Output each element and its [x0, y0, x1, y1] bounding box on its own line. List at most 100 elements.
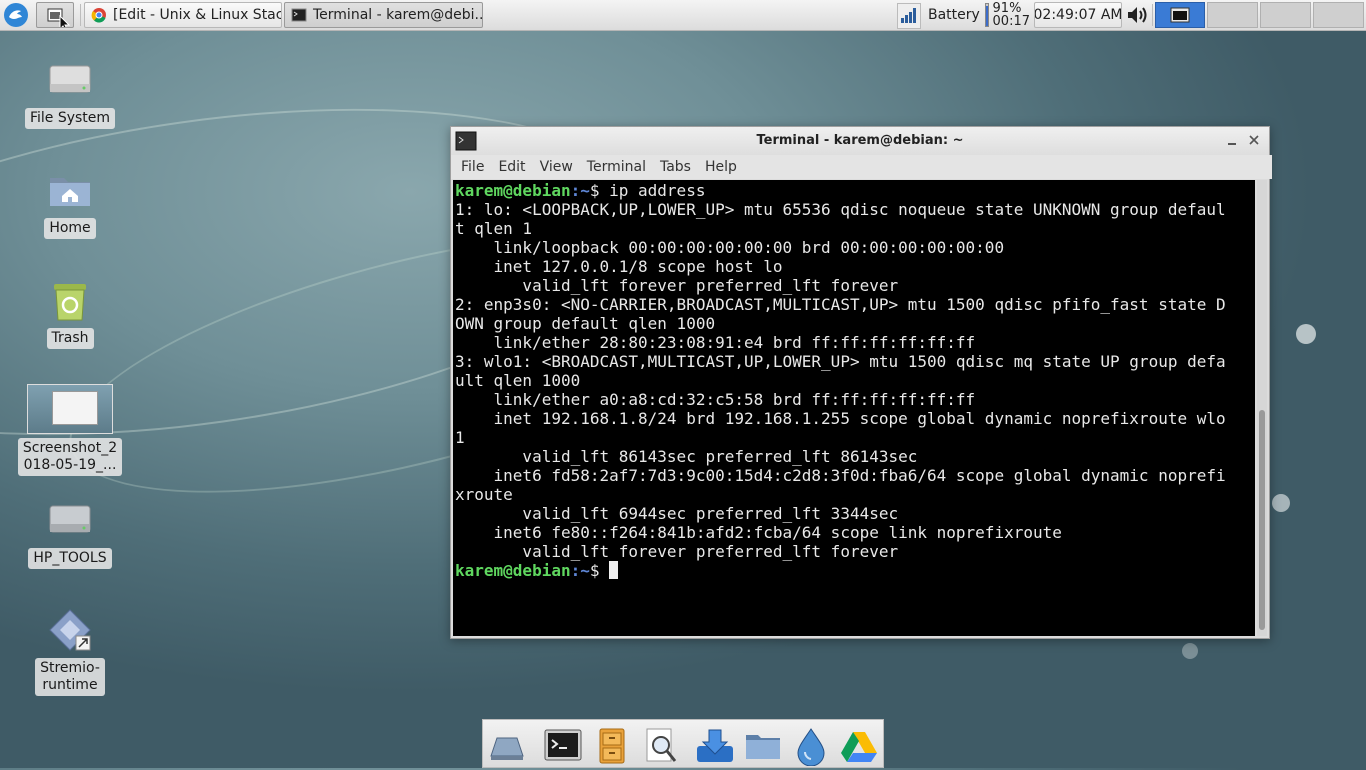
bottom-dock: [482, 719, 884, 768]
workspace-3[interactable]: [1260, 2, 1311, 28]
command-text: ip address: [609, 181, 706, 200]
dock-terminal[interactable]: [543, 726, 583, 766]
battery-level-bar: [984, 3, 989, 27]
prompt-user: karem@debian: [455, 181, 571, 200]
desktop-icon-label: File System: [24, 108, 116, 129]
command-line: karem@debian:~$ ip address: [455, 181, 1253, 200]
output-line: inet 192.168.1.8/24 brd 192.168.1.255 sc…: [455, 409, 1226, 428]
output-line: inet 127.0.0.1/8 scope host lo: [455, 257, 783, 276]
prompt-symbol: $: [589, 561, 610, 580]
output-line: valid_lft 86143sec preferred_lft 86143se…: [455, 447, 918, 466]
output-line: 1: lo: <LOOPBACK,UP,LOWER_UP> mtu 65536 …: [455, 200, 1226, 219]
output-line: 3: wlo1: <BROADCAST,MULTICAST,UP,LOWER_U…: [455, 352, 1226, 371]
output-line: inet6 fe80::f264:841b:afd2:fcba/64 scope…: [455, 523, 1062, 542]
drive-icon: [46, 56, 94, 104]
output-line: 1: [455, 428, 465, 447]
panel-separator: [1152, 4, 1153, 26]
mouse-pointer-icon: [59, 15, 71, 27]
google-drive-icon: [841, 732, 877, 762]
desktop-icon-home[interactable]: Home: [22, 166, 118, 239]
desktop-icon-stremio-runtime[interactable]: Stremio- runtime: [22, 606, 118, 696]
output-line: inet6 fd58:2af7:7d3:9c00:15d4:c2d8:3f0d:…: [455, 466, 1226, 485]
terminal-screen[interactable]: karem@debian:~$ ip address 1: lo: <LOOPB…: [453, 180, 1255, 636]
vertical-scrollbar[interactable]: [1257, 180, 1267, 636]
dock-folder[interactable]: [743, 726, 783, 766]
terminal-icon: [544, 729, 582, 761]
file-cabinet-icon: [599, 728, 625, 764]
folder-icon: [746, 735, 780, 759]
battery-indicator[interactable]: Battery 91% 00:17: [924, 2, 1030, 28]
desktop-icon-label: Stremio- runtime: [35, 658, 105, 696]
menu-terminal[interactable]: Terminal: [580, 159, 653, 175]
task-browser-label: [Edit - Unix & Linux Stac...: [113, 7, 282, 23]
menu-view[interactable]: View: [533, 159, 580, 175]
output-line: 2: enp3s0: <NO-CARRIER,BROADCAST,MULTICA…: [455, 295, 1226, 314]
dock-file-cabinet[interactable]: [592, 726, 632, 766]
dock-droplet[interactable]: [791, 726, 831, 767]
battery-level-fill: [985, 5, 988, 26]
clock-time: 02:49:07 AM: [1034, 7, 1122, 23]
menu-tabs[interactable]: Tabs: [653, 159, 698, 175]
trash-icon: [46, 276, 94, 324]
clock[interactable]: 02:49:07 AM: [1034, 2, 1122, 28]
show-desktop-icon: [490, 737, 524, 760]
task-terminal[interactable]: Terminal - karem@debi...: [284, 2, 483, 28]
output-line: link/ether a0:a8:cd:32:c5:58 brd ff:ff:f…: [455, 390, 976, 409]
volume-button[interactable]: [1124, 2, 1150, 28]
desktop-icon-trash[interactable]: Trash: [22, 276, 118, 349]
show-desktop-button[interactable]: [36, 2, 74, 28]
window-menubar: File Edit View Terminal Tabs Help: [451, 155, 1272, 179]
minimize-button[interactable]: [1223, 131, 1241, 149]
task-browser[interactable]: [Edit - Unix & Linux Stac...: [84, 2, 282, 28]
scrollbar-thumb[interactable]: [1259, 410, 1265, 630]
prompt-user: karem@debian: [455, 561, 571, 580]
drive-icon: [46, 496, 94, 544]
output-line: link/ether 28:80:23:08:91:e4 brd ff:ff:f…: [455, 333, 976, 352]
xfce-logo-icon: [4, 3, 28, 27]
window-titlebar[interactable]: Terminal - karem@debian: ~: [451, 127, 1269, 155]
workspace-4[interactable]: [1313, 2, 1364, 28]
dock-show-desktop[interactable]: [487, 726, 527, 766]
close-button[interactable]: [1245, 131, 1263, 149]
dock-search[interactable]: [641, 726, 681, 766]
command-output: 1: lo: <LOOPBACK,UP,LOWER_UP> mtu 65536 …: [455, 200, 1253, 561]
battery-time: 00:17: [992, 14, 1030, 29]
output-line: ult qlen 1000: [455, 371, 581, 390]
menu-help[interactable]: Help: [698, 159, 744, 175]
prompt-path: :~: [570, 181, 590, 200]
task-terminal-label: Terminal - karem@debi...: [313, 7, 483, 23]
desktop-icon-label: Trash: [46, 328, 94, 349]
desktop-icon-file-system[interactable]: File System: [22, 56, 118, 129]
volume-icon: [1128, 7, 1147, 23]
downloader-icon: [697, 729, 733, 762]
close-icon: [1249, 135, 1259, 145]
text-cursor: [609, 561, 619, 579]
output-line: valid_lft forever preferred_lft forever: [455, 542, 899, 561]
applications-menu-button[interactable]: [3, 2, 31, 28]
desktop-icon-label: Home: [44, 218, 96, 239]
panel-separator: [80, 4, 81, 26]
output-line: t qlen 1: [455, 219, 533, 238]
output-line: xroute: [455, 485, 513, 504]
wallpaper-dot: [1272, 494, 1290, 512]
dock-downloader[interactable]: [695, 726, 735, 766]
menu-file[interactable]: File: [454, 159, 491, 175]
terminal-icon: [291, 8, 307, 22]
desktop-icon-label: Screenshot_2 018-05-19_...: [17, 438, 123, 476]
terminal-window[interactable]: Terminal - karem@debian: ~ File Edit Vie…: [450, 126, 1272, 639]
wallpaper-dot: [1296, 324, 1316, 344]
dock-google-drive[interactable]: [839, 726, 879, 766]
home-folder-icon: [46, 166, 94, 214]
minimize-icon: [1228, 143, 1236, 145]
droplet-icon: [797, 728, 825, 767]
terminal-window-thumbnail-icon: [1170, 7, 1190, 23]
desktop-icon-hp-tools[interactable]: HP_TOOLS: [22, 496, 118, 569]
workspace-1[interactable]: [1155, 2, 1205, 28]
desktop-icon-screenshot[interactable]: Screenshot_2 018-05-19_...: [17, 384, 123, 476]
screenshot-thumbnail-icon: [27, 384, 113, 434]
menu-edit[interactable]: Edit: [491, 159, 532, 175]
output-line: OWN group default qlen 1000: [455, 314, 716, 333]
workspace-2[interactable]: [1207, 2, 1258, 28]
chrome-icon: [91, 8, 106, 23]
network-indicator[interactable]: [897, 3, 921, 29]
